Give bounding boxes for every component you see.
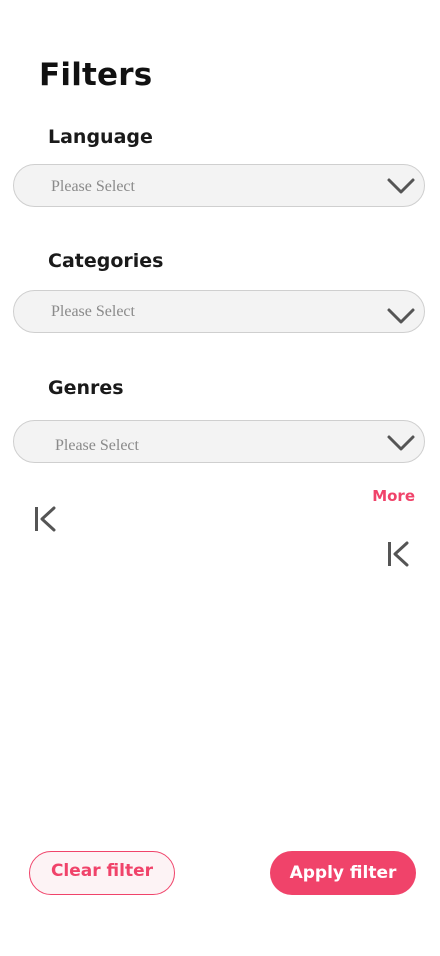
categories-select-placeholder: Please Select xyxy=(51,303,135,320)
language-select-placeholder: Please Select xyxy=(51,178,135,195)
chevron-down-icon xyxy=(387,435,415,451)
skip-previous-icon[interactable] xyxy=(32,505,60,533)
genres-select-placeholder: Please Select xyxy=(55,437,139,454)
skip-previous-icon[interactable] xyxy=(385,540,413,568)
language-label: Language xyxy=(48,126,153,148)
genres-select[interactable]: Please Select xyxy=(13,420,425,463)
language-select[interactable]: Please Select xyxy=(13,164,425,207)
genres-label: Genres xyxy=(48,377,124,399)
categories-select[interactable]: Please Select xyxy=(13,290,425,333)
clear-filter-button[interactable]: Clear filter xyxy=(29,851,175,895)
chevron-down-icon xyxy=(387,308,415,324)
apply-filter-button[interactable]: Apply filter xyxy=(270,851,416,895)
chevron-down-icon xyxy=(387,178,415,194)
more-link[interactable]: More xyxy=(372,486,415,506)
page-title: Filters xyxy=(39,57,153,93)
categories-label: Categories xyxy=(48,250,164,272)
